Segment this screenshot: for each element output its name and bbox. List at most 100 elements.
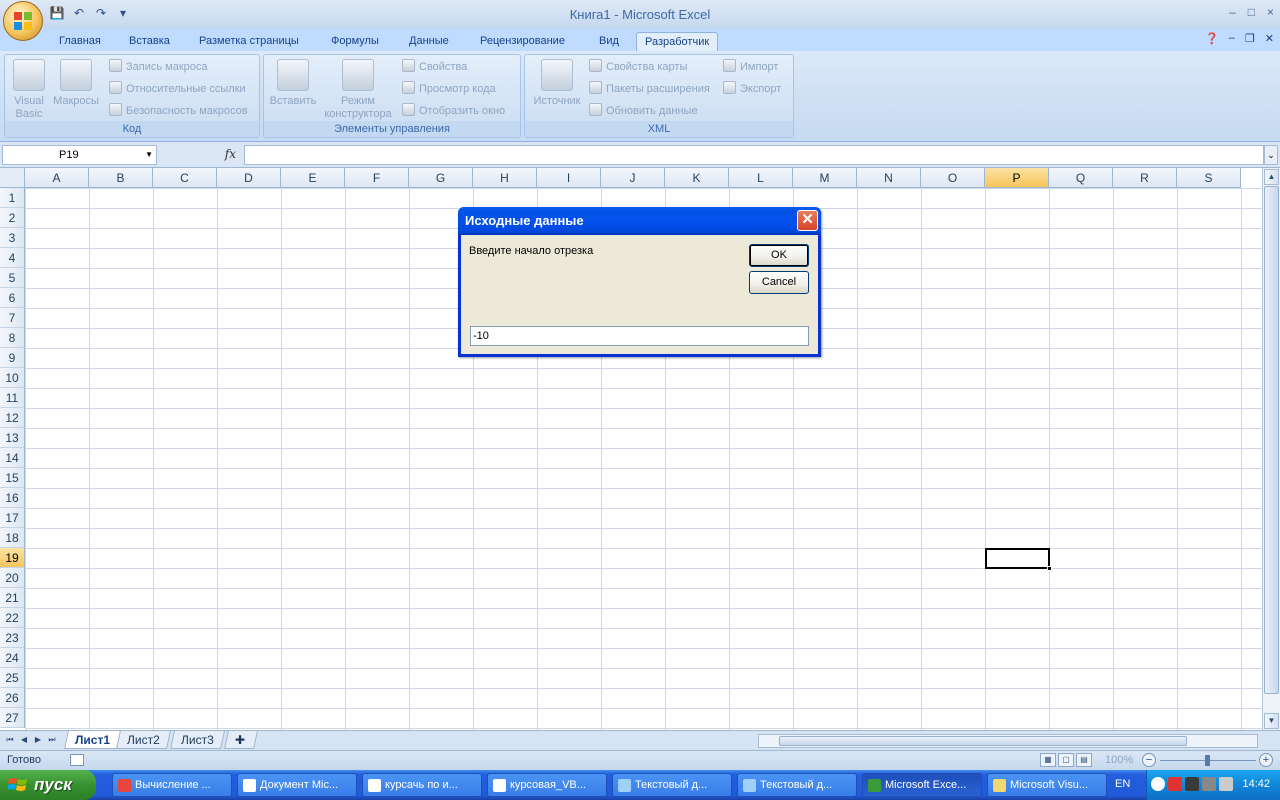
volume-icon[interactable]: [1219, 777, 1233, 791]
task-item-vb-editor[interactable]: Microsoft Visu...: [987, 773, 1107, 797]
page-layout-view-icon[interactable]: ▢: [1058, 753, 1074, 767]
chevron-down-icon[interactable]: ▼: [145, 146, 153, 164]
name-box[interactable]: P19 ▼: [2, 145, 157, 165]
minimize-button[interactable]: –: [1229, 5, 1236, 19]
ok-button[interactable]: OK: [749, 244, 809, 267]
horizontal-scrollbar[interactable]: [758, 734, 1258, 748]
row-header[interactable]: 8: [0, 328, 25, 348]
sheet-tab-1[interactable]: Лист1: [64, 731, 121, 749]
column-header[interactable]: I: [537, 168, 601, 188]
task-item-word-2[interactable]: курсачь по и...: [362, 773, 482, 797]
scroll-down-icon[interactable]: ▼: [1264, 713, 1279, 729]
fill-handle[interactable]: [1047, 566, 1052, 571]
column-header[interactable]: M: [793, 168, 857, 188]
column-header[interactable]: B: [89, 168, 153, 188]
task-item-notepad-2[interactable]: Текстовый д...: [737, 773, 857, 797]
row-header[interactable]: 15: [0, 468, 25, 488]
task-item-word-3[interactable]: курсовая_VB...: [487, 773, 607, 797]
row-header[interactable]: 23: [0, 628, 25, 648]
help-icon[interactable]: ❓: [1205, 32, 1219, 45]
row-header[interactable]: 1: [0, 188, 25, 208]
column-header[interactable]: H: [473, 168, 537, 188]
dialog-close-icon[interactable]: ✕: [797, 210, 818, 231]
column-header[interactable]: P: [985, 168, 1049, 188]
row-header[interactable]: 11: [0, 388, 25, 408]
task-item-word-1[interactable]: Документ Mic...: [237, 773, 357, 797]
macro-record-status-icon[interactable]: [70, 754, 84, 766]
row-header[interactable]: 7: [0, 308, 25, 328]
tray-app-icon[interactable]: [1168, 777, 1182, 791]
normal-view-icon[interactable]: ▦: [1040, 753, 1056, 767]
export-button[interactable]: Экспорт: [723, 80, 781, 98]
task-item-excel[interactable]: Microsoft Exce...: [862, 773, 982, 797]
tab-insert[interactable]: Вставка: [121, 32, 178, 51]
column-header[interactable]: N: [857, 168, 921, 188]
row-header[interactable]: 25: [0, 668, 25, 688]
row-header[interactable]: 18: [0, 528, 25, 548]
zoom-out-icon[interactable]: −: [1142, 753, 1156, 767]
macro-security-button[interactable]: Безопасность макросов: [109, 102, 248, 120]
language-indicator[interactable]: EN: [1115, 778, 1130, 790]
column-header[interactable]: L: [729, 168, 793, 188]
row-header[interactable]: 27: [0, 708, 25, 728]
expand-formula-bar-icon[interactable]: ⌄: [1264, 145, 1278, 165]
refresh-data-button[interactable]: Обновить данные: [589, 102, 698, 120]
last-sheet-icon[interactable]: ⏭: [46, 733, 58, 747]
active-cell[interactable]: [985, 548, 1052, 571]
map-properties-button[interactable]: Свойства карты: [589, 58, 687, 76]
relative-refs-button[interactable]: Относительные ссылки: [109, 80, 246, 98]
column-header[interactable]: K: [665, 168, 729, 188]
page-break-view-icon[interactable]: ▤: [1076, 753, 1092, 767]
column-header[interactable]: S: [1177, 168, 1241, 188]
close-button[interactable]: ×: [1267, 5, 1274, 19]
zoom-level[interactable]: 100%: [1105, 754, 1133, 766]
sheet-tab-2[interactable]: Лист2: [116, 731, 171, 749]
tab-data[interactable]: Данные: [401, 32, 457, 51]
zoom-in-icon[interactable]: +: [1259, 753, 1273, 767]
start-button[interactable]: пуск: [0, 770, 96, 800]
column-header[interactable]: A: [25, 168, 89, 188]
row-header[interactable]: 22: [0, 608, 25, 628]
macros-button[interactable]: Макросы: [51, 59, 101, 108]
column-header[interactable]: F: [345, 168, 409, 188]
sheet-tab-3[interactable]: Лист3: [170, 731, 225, 749]
row-header[interactable]: 21: [0, 588, 25, 608]
tray-app-icon[interactable]: [1185, 777, 1199, 791]
office-button[interactable]: [3, 1, 43, 41]
dialog-title-bar[interactable]: Исходные данные ✕: [458, 207, 821, 235]
row-header[interactable]: 12: [0, 408, 25, 428]
doc-restore-icon[interactable]: ❐: [1245, 32, 1255, 45]
row-header[interactable]: 26: [0, 688, 25, 708]
select-all-button[interactable]: [0, 168, 25, 188]
column-header[interactable]: J: [601, 168, 665, 188]
next-sheet-icon[interactable]: ▶: [32, 733, 44, 747]
formula-input[interactable]: [244, 145, 1264, 165]
zoom-slider-thumb[interactable]: [1205, 755, 1210, 766]
record-macro-button[interactable]: Запись макроса: [109, 58, 208, 76]
tab-page-layout[interactable]: Разметка страницы: [191, 32, 307, 51]
expansion-packs-button[interactable]: Пакеты расширения: [589, 80, 710, 98]
row-header[interactable]: 10: [0, 368, 25, 388]
tab-review[interactable]: Рецензирование: [472, 32, 573, 51]
run-dialog-button[interactable]: Отобразить окно: [402, 102, 505, 120]
row-header[interactable]: 17: [0, 508, 25, 528]
row-header[interactable]: 5: [0, 268, 25, 288]
tab-home[interactable]: Главная: [51, 32, 109, 51]
column-header[interactable]: O: [921, 168, 985, 188]
first-sheet-icon[interactable]: ⏮: [4, 733, 16, 747]
column-header[interactable]: D: [217, 168, 281, 188]
row-header[interactable]: 20: [0, 568, 25, 588]
network-icon[interactable]: [1202, 777, 1216, 791]
row-header[interactable]: 16: [0, 488, 25, 508]
horizontal-scroll-thumb[interactable]: [779, 736, 1187, 746]
row-header[interactable]: 2: [0, 208, 25, 228]
row-header[interactable]: 19: [0, 548, 25, 568]
task-item-chrome[interactable]: Вычисление ...: [112, 773, 232, 797]
column-header[interactable]: R: [1113, 168, 1177, 188]
maximize-button[interactable]: □: [1248, 5, 1255, 19]
row-header[interactable]: 24: [0, 648, 25, 668]
visual-basic-button[interactable]: Visual Basic: [9, 59, 49, 121]
xml-source-button[interactable]: Источник: [529, 59, 585, 108]
column-header[interactable]: C: [153, 168, 217, 188]
row-header[interactable]: 4: [0, 248, 25, 268]
